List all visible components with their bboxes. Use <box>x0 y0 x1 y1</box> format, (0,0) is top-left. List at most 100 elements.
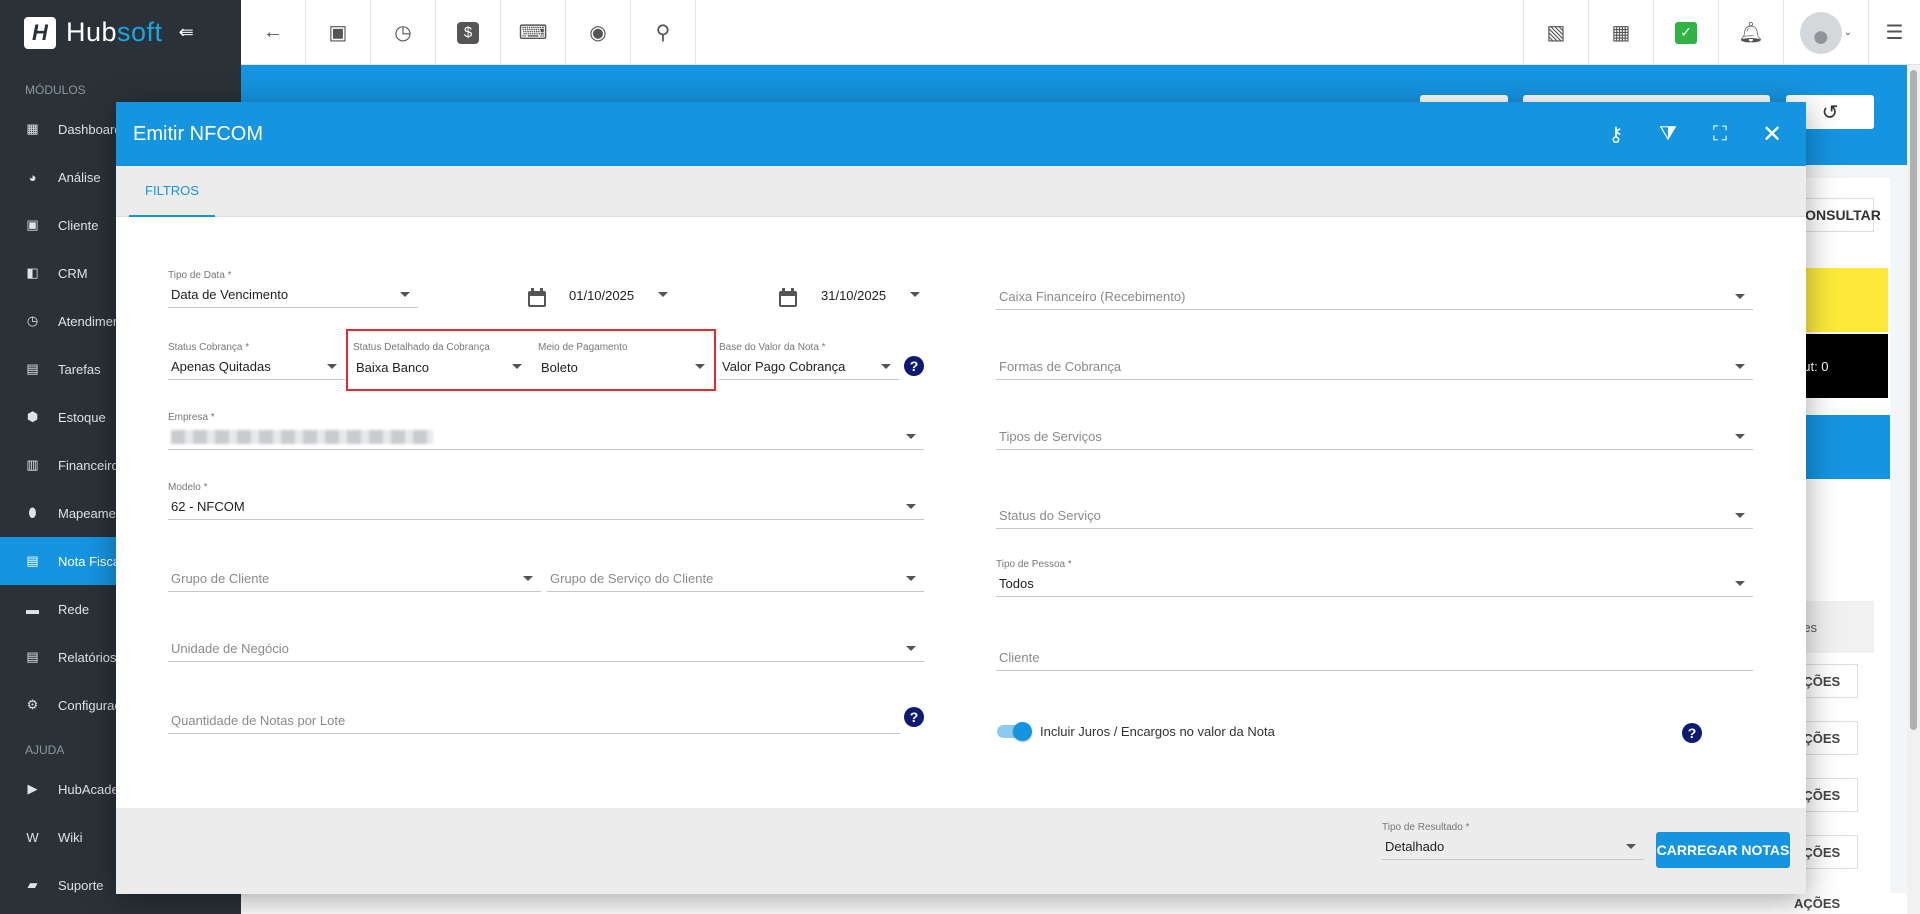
status-cobranca-select[interactable]: Apenas Quitadas <box>168 354 345 380</box>
date-start-input[interactable]: 01/10/2025 <box>566 282 676 308</box>
top-toolbar: ← ▣ ◷ $ ⌨ ◉ ⚲ ▧ ▦ ✓ 🔔︎ ● ⌄ ☰ <box>241 0 1920 65</box>
table-row <box>241 893 1907 914</box>
base-valor-label: Base do Valor da Nota * <box>719 342 826 353</box>
brand-logo[interactable]: H Hubsoft ⇚ <box>0 0 241 65</box>
chevron-down-icon <box>658 292 668 297</box>
carregar-notas-button[interactable]: CARREGAR NOTAS <box>1656 832 1790 868</box>
chevron-down-icon <box>1626 844 1636 849</box>
terminal-icon[interactable]: ⌨ <box>501 0 566 65</box>
acoes-button[interactable]: AÇÕES <box>1790 893 1858 914</box>
video-icon: ▶ <box>27 781 38 796</box>
tasks-icon: ▤ <box>26 361 39 376</box>
tipos-servicos-field[interactable]: Tipos de Serviços <box>996 424 1753 450</box>
fullscreen-icon[interactable]: ⛶ <box>1694 123 1746 146</box>
modelo-label: Modelo * <box>168 482 208 493</box>
status-servico-select[interactable]: Status do Serviço <box>996 503 1753 529</box>
grupo-cliente-select[interactable]: Grupo de Cliente <box>168 566 541 592</box>
bell-icon[interactable]: 🔔︎ <box>1718 0 1783 65</box>
tipos-servicos-select[interactable]: Tipos de Serviços <box>996 424 1753 450</box>
calendar-icon[interactable] <box>527 288 547 308</box>
empresa-select[interactable] <box>168 424 924 450</box>
contact-card-icon: ▣ <box>26 217 39 232</box>
unidade-negocio-field[interactable]: Unidade de Negócio <box>168 636 924 662</box>
eye-icon[interactable]: ◉ <box>566 0 631 65</box>
sidebar-section-modules: MÓDULOS <box>25 83 86 97</box>
help-icon[interactable]: ? <box>904 356 924 376</box>
tipo-pessoa-label: Tipo de Pessoa * <box>996 559 1072 570</box>
dialog-title: Emitir NFCOM <box>133 122 263 145</box>
dialog-header: Emitir NFCOM ⚷ ⧩ ⛶ ✕ <box>116 102 1806 166</box>
page-scrollbar[interactable] <box>1907 65 1920 914</box>
dollar-icon[interactable]: $ <box>436 0 501 65</box>
status-servico-field[interactable]: Status do Serviço <box>996 503 1753 529</box>
close-icon[interactable]: ✕ <box>1746 120 1798 149</box>
formas-cobranca-field[interactable]: Formas de Cobrança <box>996 354 1753 380</box>
caixa-financeiro-select[interactable]: Caixa Financeiro (Recebimento) <box>996 284 1753 310</box>
qtd-notas-field[interactable]: Quantidade de Notas por Lote <box>168 708 900 734</box>
tipo-resultado-field[interactable]: Tipo de Resultado * Detalhado <box>1382 821 1644 860</box>
chevron-down-icon <box>906 504 916 509</box>
tipo-data-select[interactable]: Data de Vencimento <box>168 282 418 308</box>
chevron-down-icon <box>910 292 920 297</box>
tab-filtros[interactable]: FILTROS <box>129 166 215 217</box>
help-icon[interactable]: ? <box>904 707 924 727</box>
highlight-box <box>346 329 716 391</box>
qtd-notas-input[interactable]: Quantidade de Notas por Lote <box>168 708 900 734</box>
cliente-field[interactable]: Cliente <box>996 645 1753 671</box>
briefcase-calendar-icon[interactable]: ▦ <box>1588 0 1653 65</box>
chat-check-icon[interactable]: ✓ <box>1653 0 1718 65</box>
money-icon: ▥ <box>26 457 39 472</box>
unidade-negocio-select[interactable]: Unidade de Negócio <box>168 636 924 662</box>
grupo-servico-select[interactable]: Grupo de Serviço do Cliente <box>547 566 924 592</box>
grupo-servico-field[interactable]: Grupo de Serviço do Cliente <box>547 566 924 592</box>
chevron-down-icon <box>327 364 337 369</box>
calendar-icon[interactable] <box>778 288 798 308</box>
chevron-down-icon: ⌄ <box>1843 27 1853 38</box>
calendar-clock-icon[interactable]: ◷ <box>371 0 436 65</box>
tipo-data-label: Tipo de Data * <box>168 270 232 281</box>
clear-filter-icon[interactable]: ⧩ <box>1642 123 1694 146</box>
chevron-down-icon <box>881 364 891 369</box>
tipo-pessoa-select[interactable]: Todos <box>996 571 1753 597</box>
key-icon[interactable]: ⚷ <box>1590 122 1642 147</box>
date-end-field[interactable]: 31/10/2025 <box>818 282 928 308</box>
formas-cobranca-select[interactable]: Formas de Cobrança <box>996 354 1753 380</box>
empresa-field[interactable]: Empresa * <box>168 411 924 450</box>
base-valor-select[interactable]: Valor Pago Cobrança <box>719 354 899 380</box>
tipo-data-field[interactable]: Tipo de Data * Data de Vencimento <box>168 269 418 308</box>
date-end-input[interactable]: 31/10/2025 <box>818 282 928 308</box>
back-arrow-icon[interactable]: ← <box>241 0 306 65</box>
help-icon[interactable]: ? <box>1682 723 1702 743</box>
date-start-field[interactable]: 01/10/2025 <box>566 282 676 308</box>
chevron-down-icon <box>1735 513 1745 518</box>
tipo-resultado-select[interactable]: Detalhado <box>1382 834 1644 860</box>
modelo-select[interactable]: 62 - NFCOM <box>168 494 924 520</box>
caixa-financeiro-field[interactable]: Caixa Financeiro (Recebimento) <box>996 284 1753 310</box>
grupo-cliente-field[interactable]: Grupo de Cliente <box>168 566 541 592</box>
user-menu[interactable]: ● ⌄ <box>1783 0 1868 65</box>
search-icon[interactable]: ⚲ <box>631 0 696 65</box>
chat-icon: ▰ <box>27 877 38 892</box>
incluir-juros-label: Incluir Juros / Encargos no valor da Not… <box>1040 724 1275 739</box>
incluir-juros-toggle[interactable] <box>997 722 1032 741</box>
tipo-pessoa-field[interactable]: Tipo de Pessoa * Todos <box>996 558 1753 597</box>
scrollbar-thumb[interactable] <box>1910 70 1917 730</box>
cliente-input[interactable]: Cliente <box>996 645 1753 671</box>
status-cobranca-label: Status Cobrança * <box>168 342 250 353</box>
base-valor-field[interactable]: Base do Valor da Nota * Valor Pago Cobra… <box>719 341 899 380</box>
modelo-field[interactable]: Modelo * 62 - NFCOM <box>168 481 924 520</box>
menu-list-icon[interactable]: ☰ <box>1868 0 1920 65</box>
pie-chart-icon: ◕ <box>28 169 37 185</box>
wiki-icon: W <box>26 829 39 845</box>
chevron-down-icon <box>523 576 533 581</box>
gear-icon: ⚙ <box>26 697 39 712</box>
chevron-down-icon <box>906 434 916 439</box>
contact-card-icon[interactable]: ▣ <box>306 0 371 65</box>
crm-icon: ◧ <box>26 265 39 280</box>
chevron-down-icon <box>906 646 916 651</box>
pdf-icon[interactable]: ▧ <box>1523 0 1588 65</box>
empresa-label: Empresa * <box>168 412 215 423</box>
collapse-menu-icon[interactable]: ⇚ <box>179 22 194 43</box>
status-cobranca-field[interactable]: Status Cobrança * Apenas Quitadas <box>168 341 345 380</box>
brand-name: Hubsoft <box>66 17 163 47</box>
